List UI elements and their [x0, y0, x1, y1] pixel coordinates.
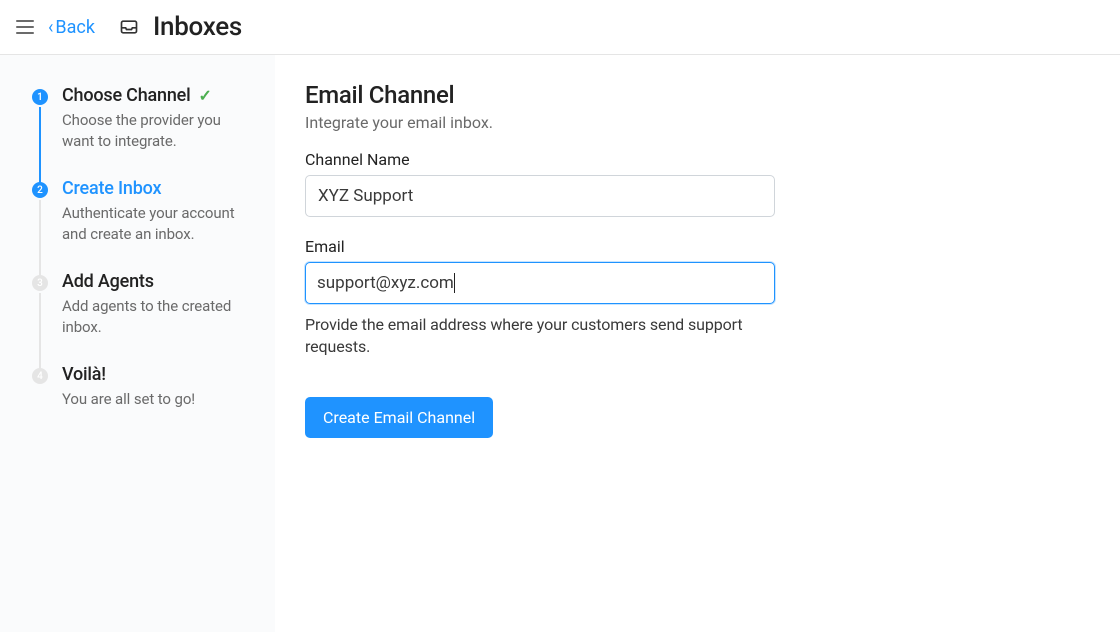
top-bar: ‹ Back Inboxes	[0, 0, 1120, 55]
page-title: Inboxes	[153, 12, 242, 42]
menu-icon[interactable]	[16, 20, 34, 34]
step-add-agents: 3 Add Agents Add agents to the created i…	[32, 271, 255, 338]
step-description: Add agents to the created inbox.	[62, 296, 255, 338]
form-heading: Email Channel	[305, 81, 1005, 109]
step-title: Choose Channel	[62, 85, 190, 106]
email-input[interactable]	[305, 262, 775, 304]
chevron-left-icon: ‹	[48, 17, 53, 38]
back-link[interactable]: ‹ Back	[48, 17, 95, 38]
step-title: Create Inbox	[62, 178, 161, 199]
step-description: Authenticate your account and create an …	[62, 203, 255, 245]
email-label: Email	[305, 237, 1005, 256]
step-create-inbox: 2 Create Inbox Authenticate your account…	[32, 178, 255, 245]
step-description: You are all set to go!	[62, 389, 255, 410]
step-voila: 4 Voilà! You are all set to go!	[32, 364, 255, 410]
wizard-steps: 1 Choose Channel ✓ Choose the provider y…	[0, 55, 275, 632]
create-email-channel-button[interactable]: Create Email Channel	[305, 397, 493, 438]
step-title: Add Agents	[62, 271, 154, 292]
channel-name-input[interactable]	[305, 175, 775, 217]
channel-name-label: Channel Name	[305, 150, 1005, 169]
form-panel: Email Channel Integrate your email inbox…	[275, 55, 1035, 632]
email-field: Email support@xyz.com Provide the email …	[305, 237, 1005, 359]
email-help-text: Provide the email address where your cus…	[305, 314, 775, 359]
form-subheading: Integrate your email inbox.	[305, 113, 1005, 132]
step-number: 1	[32, 89, 48, 105]
step-number: 2	[32, 182, 48, 198]
check-icon: ✓	[198, 86, 211, 105]
channel-name-field: Channel Name	[305, 150, 1005, 217]
back-label: Back	[55, 17, 95, 38]
inbox-icon	[119, 17, 139, 37]
step-number: 4	[32, 368, 48, 384]
step-choose-channel: 1 Choose Channel ✓ Choose the provider y…	[32, 85, 255, 152]
step-description: Choose the provider you want to integrat…	[62, 110, 255, 152]
step-title: Voilà!	[62, 364, 106, 385]
step-number: 3	[32, 275, 48, 291]
